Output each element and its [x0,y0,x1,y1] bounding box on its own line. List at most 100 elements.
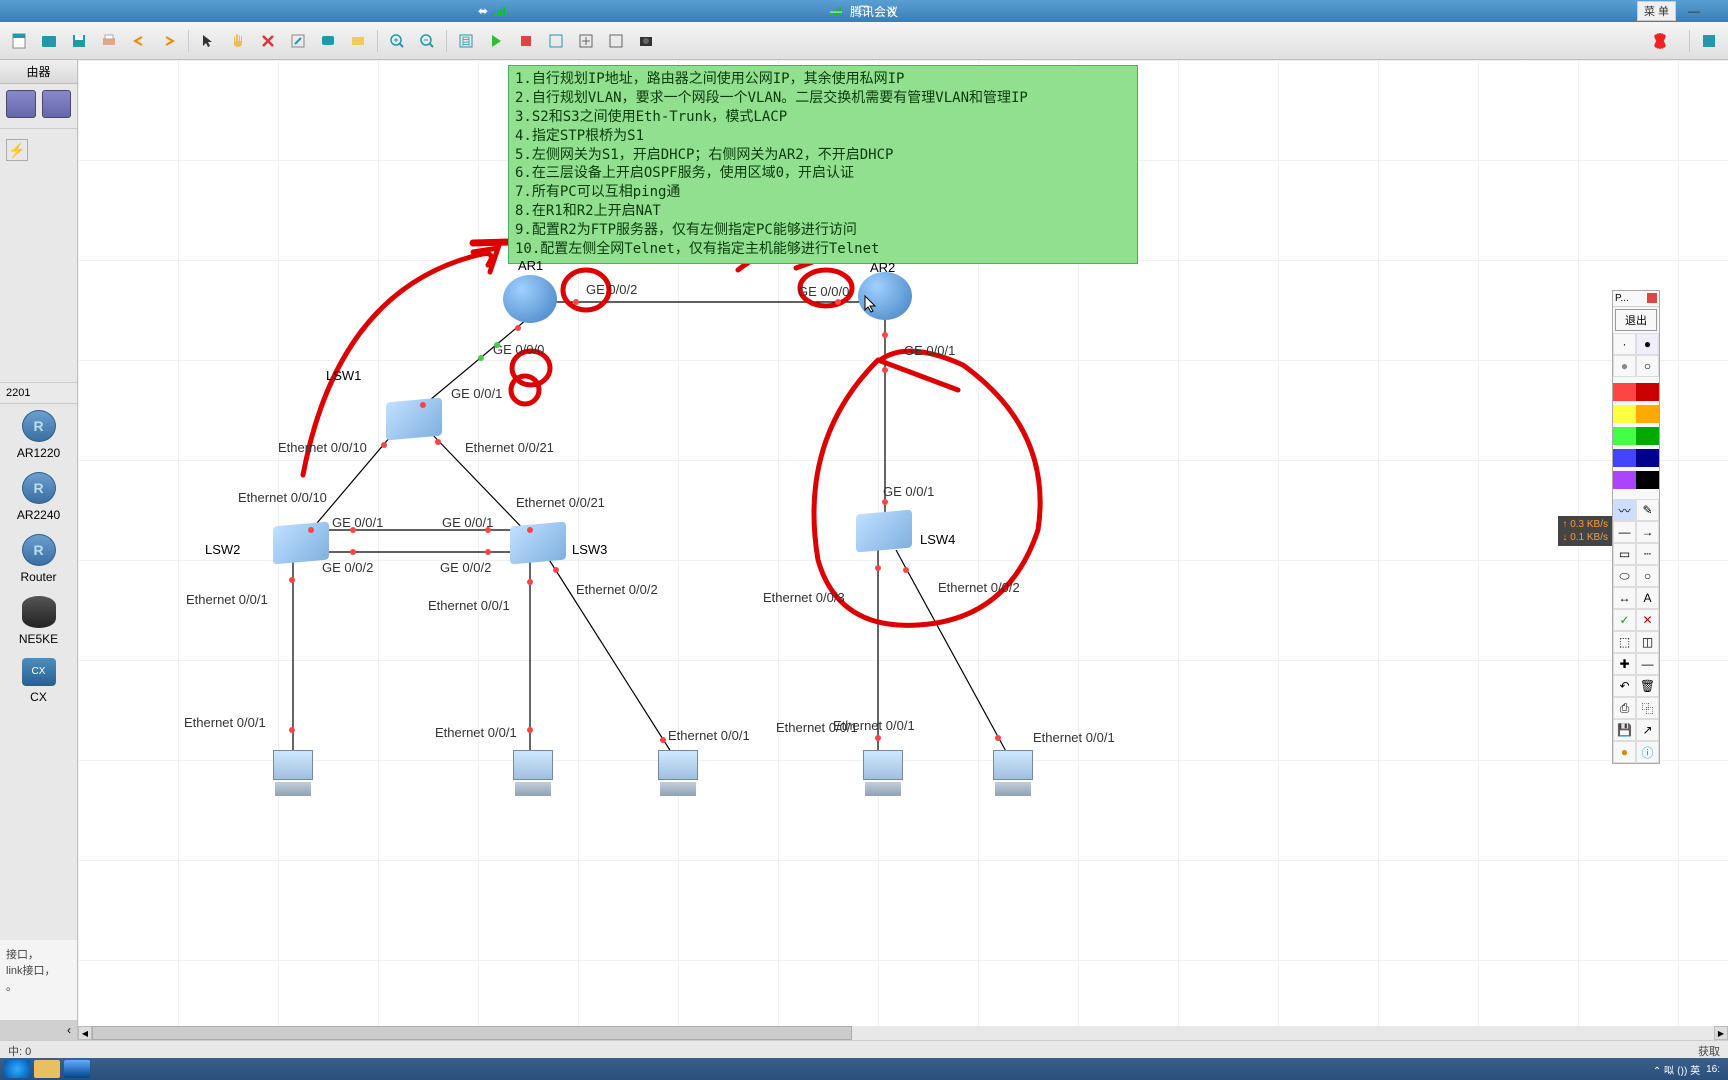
hand-tool[interactable] [225,28,251,54]
device-router[interactable]: Router [0,528,77,590]
new-file-button[interactable] [6,28,32,54]
color-darkred[interactable] [1636,383,1659,401]
dot-large[interactable]: ● [1636,333,1659,355]
node-lsw2[interactable] [273,524,329,562]
tool-arrow[interactable]: → [1636,521,1659,543]
device-type-icons[interactable] [0,84,77,124]
system-tray[interactable]: ⌃ 㕽 ⟨)) 英 16: [1653,1062,1724,1077]
capture-button[interactable] [543,28,569,54]
node-ar1[interactable] [503,275,557,323]
comment-tool[interactable] [315,28,341,54]
tool-2arrow[interactable]: ↔ [1613,587,1636,609]
node-pc3[interactable] [653,750,703,798]
scroll-thumb[interactable] [92,1026,852,1040]
menu-button[interactable]: 菜 单 [1637,1,1676,21]
tray-ime[interactable]: ⌃ 㕽 ⟨)) 英 [1653,1062,1700,1077]
req-line: 7.所有PC可以互相ping通 [515,183,1131,202]
device-type-switch-icon[interactable] [42,90,72,118]
taskbar-explorer-icon[interactable] [34,1060,60,1078]
edit-tool[interactable] [285,28,311,54]
save-button[interactable] [66,28,92,54]
tool-info[interactable]: ● [1613,741,1636,763]
scroll-left-button[interactable]: ◀ [78,1026,92,1040]
tool-minus[interactable]: — [1636,653,1659,675]
print-button[interactable] [96,28,122,54]
open-button[interactable] [36,28,62,54]
zoom-in-button[interactable] [384,28,410,54]
scroll-right-button[interactable]: ▶ [1714,1026,1728,1040]
minimize-button[interactable]: — [826,4,846,18]
undo-button[interactable] [126,28,152,54]
color-blue[interactable] [1613,449,1636,467]
node-lsw4[interactable] [856,512,912,550]
delete-tool[interactable] [255,28,281,54]
node-pc5[interactable] [988,750,1038,798]
horizontal-scrollbar[interactable]: ◀ ▶ [78,1026,1728,1040]
lightning-button[interactable]: ⚡ [6,139,28,161]
device-type-router-icon[interactable] [6,90,36,118]
circle-outline[interactable]: ○ [1636,355,1659,377]
maximize-button[interactable]: ❐ [854,4,874,18]
export-button[interactable] [573,28,599,54]
app-minimize[interactable]: — [1684,4,1704,18]
device-ar2240[interactable]: AR2240 [0,466,77,528]
taskbar-edge-icon[interactable] [4,1060,30,1078]
panel-collapse[interactable]: ‹ [0,1020,77,1040]
pointer-tool[interactable] [195,28,221,54]
node-pc4[interactable] [858,750,908,798]
tool-highlight[interactable]: ✎ [1636,499,1659,521]
color-darkgreen[interactable] [1636,427,1659,445]
dot-small[interactable]: · [1613,333,1636,355]
close-button[interactable]: ✕ [882,4,902,18]
tool-wave[interactable]: 〰 [1613,499,1636,521]
tool-cross[interactable]: ✕ [1636,609,1659,631]
rect-tool[interactable] [345,28,371,54]
annotation-palette[interactable]: P... 退出 ·● ●○ 〰✎ —→ ▭┄ ⬭○ ↔A ✓✕ ⬚◫ ✚— ↶🗑… [1612,290,1660,764]
color-purple[interactable] [1613,471,1636,489]
tool-line[interactable]: — [1613,521,1636,543]
help-button[interactable] [1696,28,1722,54]
color-red[interactable] [1613,383,1636,401]
device-ne5ke[interactable]: NE5KE [0,590,77,652]
topology-canvas[interactable]: 1.自行规划IP地址，路由器之间使用公网IP，其余使用私网IP 2.自行规划VL… [78,60,1728,1040]
tool-undo2[interactable]: ↶ [1613,675,1636,697]
color-green[interactable] [1613,427,1636,445]
node-lsw3[interactable] [510,524,566,562]
node-lsw1[interactable] [386,400,442,438]
requirements-box[interactable]: 1.自行规划IP地址，路由器之间使用公网IP，其余使用私网IP 2.自行规划VL… [508,65,1138,264]
tool-help[interactable]: ⓘ [1636,741,1659,763]
camera-button[interactable] [633,28,659,54]
node-pc1[interactable] [268,750,318,798]
tool-text[interactable]: A [1636,587,1659,609]
device-ar1220[interactable]: AR1220 [0,404,77,466]
zoom-out-button[interactable] [414,28,440,54]
tool-copy[interactable]: ⿻ [1636,697,1659,719]
tool-ellipse[interactable]: ⬭ [1613,565,1636,587]
windows-taskbar[interactable]: ⌃ 㕽 ⟨)) 英 16: [0,1058,1728,1080]
tool-check[interactable]: ✓ [1613,609,1636,631]
stop-button[interactable] [513,28,539,54]
dot-gray[interactable]: ● [1613,355,1636,377]
device-cx[interactable]: CXCX [0,652,77,710]
node-pc2[interactable] [508,750,558,798]
color-yellow[interactable] [1613,405,1636,423]
tool-dashline[interactable]: ┄ [1636,543,1659,565]
tool-rect[interactable]: ▭ [1613,543,1636,565]
tool-save[interactable]: 💾 [1613,719,1636,741]
taskbar-app-icon[interactable] [64,1060,90,1078]
tool-oval[interactable]: ○ [1636,565,1659,587]
tool-cfg[interactable]: ↗ [1636,719,1659,741]
palette-exit-button[interactable]: 退出 [1615,309,1657,331]
color-orange[interactable] [1636,405,1659,423]
redo-button[interactable] [156,28,182,54]
tool-trash[interactable]: 🗑 [1636,675,1659,697]
tool-frame[interactable]: ◫ [1636,631,1659,653]
color-darkblue[interactable] [1636,449,1659,467]
text-button[interactable]: 目 [453,28,479,54]
color-black[interactable] [1636,471,1659,489]
tool-print[interactable]: ⎙ [1613,697,1636,719]
play-button[interactable] [483,28,509,54]
tool-crop[interactable]: ⬚ [1613,631,1636,653]
tool-plus[interactable]: ✚ [1613,653,1636,675]
layers-button[interactable] [603,28,629,54]
